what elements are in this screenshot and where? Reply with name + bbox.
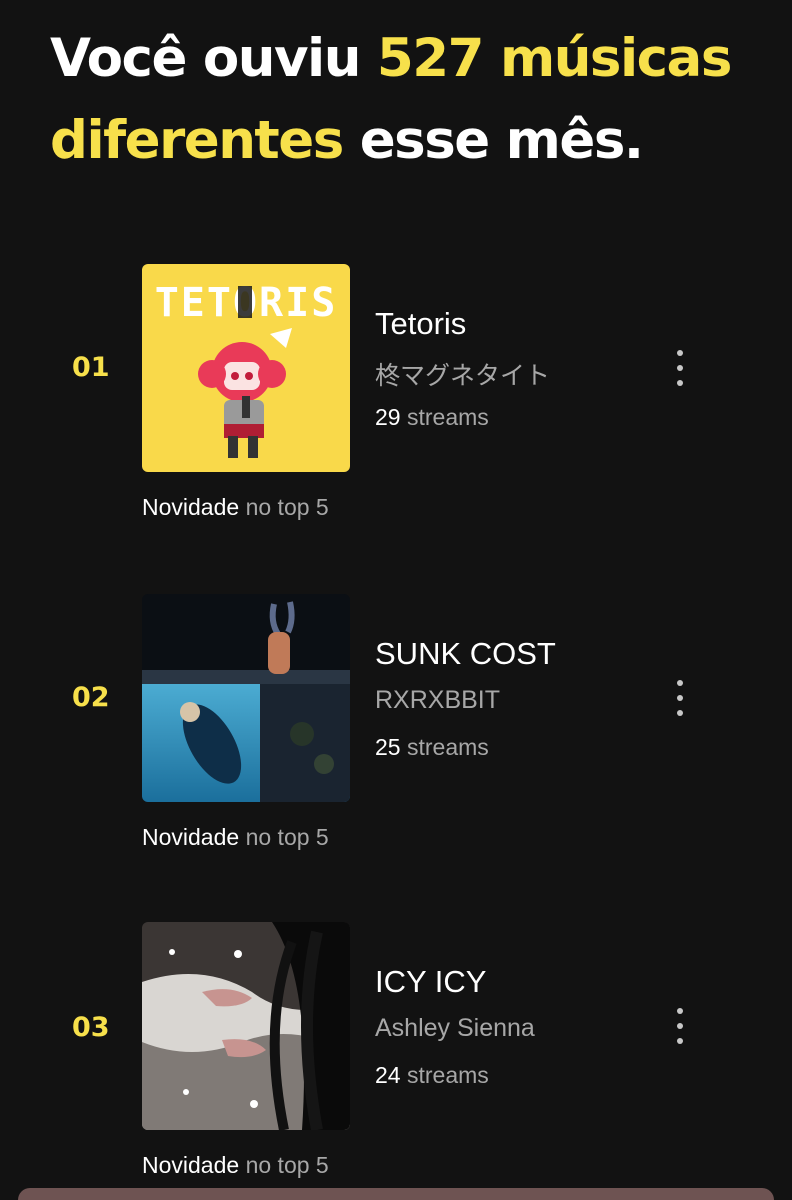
icy-icy-album-cover[interactable] (142, 922, 350, 1130)
new-in-top5-badge: Novidade no top 5 (142, 1152, 329, 1179)
badge-strong: Novidade (142, 824, 240, 850)
track-artist[interactable]: RXRXBBIT (375, 686, 500, 715)
stream-number: 25 (375, 734, 401, 760)
stream-count: 25 streams (375, 734, 489, 761)
track-title[interactable]: Tetoris (375, 306, 466, 342)
new-in-top5-badge: Novidade no top 5 (142, 824, 329, 851)
badge-strong: Novidade (142, 494, 240, 520)
headline-suffix: esse mês. (342, 110, 644, 171)
track-row-3[interactable]: 03 ICY ICY Ashley Sienna 24 streams Novi… (0, 922, 792, 1200)
stream-count: 24 streams (375, 1062, 489, 1089)
track-rank: 01 (72, 352, 110, 383)
stream-unit: streams (406, 404, 489, 430)
track-artist[interactable]: 柊マグネタイト (375, 356, 550, 392)
tetoris-album-cover[interactable]: TETORIS (142, 264, 350, 472)
track-rank: 03 (72, 1012, 110, 1043)
more-vertical-icon[interactable] (664, 674, 696, 722)
badge-rest: no top 5 (245, 1152, 329, 1178)
headline-prefix: Você ouviu (50, 28, 377, 89)
new-in-top5-badge: Novidade no top 5 (142, 494, 329, 521)
more-vertical-icon[interactable] (664, 344, 696, 392)
track-title[interactable]: ICY ICY (375, 964, 486, 1000)
badge-rest: no top 5 (245, 494, 329, 520)
stream-count: 29 streams (375, 404, 489, 431)
track-rank: 02 (72, 682, 110, 713)
more-vertical-icon[interactable] (664, 1002, 696, 1050)
stream-unit: streams (406, 1062, 489, 1088)
track-artist[interactable]: Ashley Sienna (375, 1014, 535, 1043)
stream-number: 29 (375, 404, 401, 430)
track-title[interactable]: SUNK COST (375, 636, 556, 672)
track-row-1[interactable]: 01 TETORIS Tetoris 柊マグネタイト 29 (0, 264, 792, 564)
track-row-2[interactable]: 02 SUNK COST RXRXBBIT 25 streams Novidad… (0, 594, 792, 894)
badge-strong: Novidade (142, 1152, 240, 1178)
sunk-cost-album-cover[interactable] (142, 594, 350, 802)
monthly-recap-screen: Você ouviu 527 músicas diferentes esse m… (0, 0, 792, 1200)
stream-number: 24 (375, 1062, 401, 1088)
headline: Você ouviu 527 músicas diferentes esse m… (50, 18, 770, 182)
badge-rest: no top 5 (245, 824, 329, 850)
bottom-sheet-edge[interactable] (18, 1188, 774, 1200)
stream-unit: streams (406, 734, 489, 760)
